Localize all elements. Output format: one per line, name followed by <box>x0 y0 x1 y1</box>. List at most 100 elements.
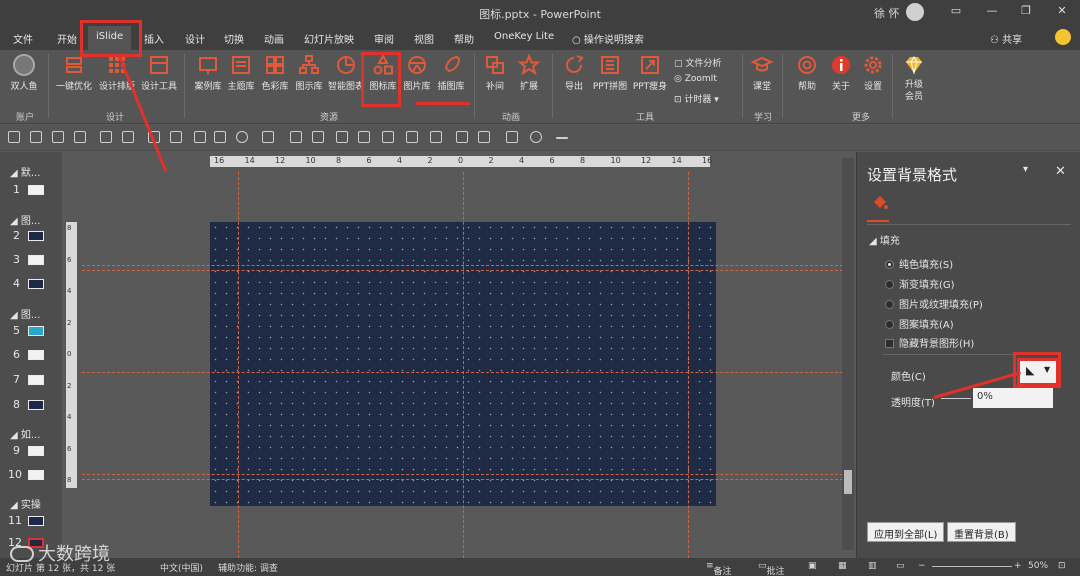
reset-background-button[interactable]: 重置背景(B) <box>947 522 1016 542</box>
slide-thumbnail[interactable] <box>28 231 44 241</box>
tab-transitions[interactable]: 切换 <box>224 31 244 46</box>
fill-icon[interactable] <box>236 131 248 143</box>
transparency-input[interactable]: 0% <box>973 388 1053 408</box>
ungroup-icon[interactable] <box>170 131 182 143</box>
comments-button[interactable]: ▭ 批注 <box>758 561 785 576</box>
select-icon[interactable] <box>194 131 206 143</box>
guide-line[interactable] <box>688 172 689 558</box>
solid-fill-radio[interactable]: 纯色填充(S) <box>885 256 953 271</box>
slide-thumbnail[interactable] <box>28 350 44 360</box>
square-icon[interactable] <box>506 131 518 143</box>
help-button[interactable]: 帮助 <box>792 54 822 92</box>
section-header[interactable]: ◢ 图... <box>10 306 40 321</box>
smiley-icon[interactable] <box>1055 29 1071 45</box>
export-button[interactable]: 导出 <box>558 54 590 92</box>
maximize-icon[interactable]: ❐ <box>1016 4 1036 20</box>
tab-file[interactable]: 文件 <box>13 31 33 46</box>
bring-forward-icon[interactable] <box>358 131 370 143</box>
align-right-icon[interactable] <box>74 131 86 143</box>
notes-button[interactable]: ≡ 备注 <box>706 561 732 576</box>
normal-view-icon[interactable]: ▣ <box>808 561 817 571</box>
share-button[interactable]: ⚇ 共享 <box>990 31 1022 46</box>
tab-onekey[interactable]: OneKey Lite <box>494 31 554 42</box>
zoom-in-icon[interactable]: + <box>1014 561 1022 571</box>
classroom-button[interactable]: 课堂 <box>746 54 778 92</box>
guide-line[interactable] <box>82 372 848 373</box>
picture-fill-radio[interactable]: 图片或纹理填充(P) <box>885 296 983 311</box>
guide-line[interactable] <box>82 265 848 266</box>
diagram-library-button[interactable]: 图示库 <box>292 54 326 92</box>
tab-home[interactable]: 开始 <box>57 31 77 46</box>
zoom-out-icon[interactable]: − <box>918 561 926 571</box>
reading-view-icon[interactable]: ▥ <box>868 561 877 571</box>
align-bottom-icon[interactable] <box>336 131 348 143</box>
section-header[interactable]: ◢ 图... <box>10 212 40 227</box>
close-icon[interactable]: ✕ <box>1055 164 1066 179</box>
image-icon[interactable] <box>290 131 302 143</box>
slide-thumbnail[interactable] <box>28 279 44 289</box>
fill-section-header[interactable]: ◢ 填充 <box>869 232 900 247</box>
fit-to-window-icon[interactable]: ⊡ <box>1058 561 1066 571</box>
slide-thumbnail[interactable] <box>28 516 44 526</box>
slide-thumbnail[interactable] <box>28 185 44 195</box>
slide-thumbnail[interactable] <box>28 255 44 265</box>
settings-button[interactable]: 设置 <box>858 54 888 92</box>
guide-line[interactable] <box>238 172 239 558</box>
extend-button[interactable]: 扩展 <box>514 54 544 92</box>
text-box-icon[interactable] <box>312 131 324 143</box>
transparency-slider[interactable] <box>941 398 971 399</box>
guide-line[interactable] <box>82 479 848 480</box>
gradient-fill-radio[interactable]: 渐变填充(G) <box>885 276 955 291</box>
close-icon[interactable]: ✕ <box>1052 4 1072 20</box>
vertical-scrollbar[interactable] <box>842 158 854 550</box>
tell-me-search[interactable]: ○ 操作说明搜索 <box>572 31 644 46</box>
grid-toggle-icon[interactable] <box>456 131 468 143</box>
zoomit-button[interactable]: ◎ ZoomIt <box>674 74 717 84</box>
tween-button[interactable]: 补间 <box>480 54 510 92</box>
scrollbar-thumb[interactable] <box>844 470 852 494</box>
paint-bucket-icon[interactable] <box>871 194 889 212</box>
account-button[interactable]: 双人鱼 <box>6 54 42 92</box>
ppt-puzzle-button[interactable]: PPT拼图 <box>590 54 630 92</box>
distribute-icon[interactable] <box>100 131 112 143</box>
pattern-fill-radio[interactable]: 图案填充(A) <box>885 316 954 331</box>
illustration-library-button[interactable]: 插图库 <box>434 54 468 92</box>
guide-line[interactable] <box>82 270 848 271</box>
slideshow-icon[interactable]: ▭ <box>896 561 905 571</box>
language-indicator[interactable]: 中文(中国) <box>160 561 203 574</box>
slide-thumbnail[interactable] <box>28 326 44 336</box>
rotate-icon[interactable] <box>214 131 226 143</box>
ppt-slim-button[interactable]: PPT瘦身 <box>630 54 670 92</box>
upgrade-button[interactable]: 升级会员 <box>896 54 932 103</box>
shapes-grid-icon[interactable] <box>478 131 490 143</box>
slide-thumbnail[interactable] <box>28 400 44 410</box>
tab-insert[interactable]: 插入 <box>144 31 164 46</box>
table-icon[interactable] <box>430 131 442 143</box>
slide-sorter-icon[interactable]: ▦ <box>838 561 847 571</box>
section-header[interactable]: ◢ 如... <box>10 426 40 441</box>
section-header[interactable]: ◢ 默... <box>10 164 40 179</box>
section-header[interactable]: ◢ 实操 <box>10 496 41 511</box>
color-library-button[interactable]: 色彩库 <box>258 54 292 92</box>
case-library-button[interactable]: 案例库 <box>190 54 226 92</box>
line-icon[interactable] <box>556 137 568 139</box>
about-button[interactable]: 关于 <box>826 54 856 92</box>
tab-review[interactable]: 审阅 <box>374 31 394 46</box>
save-icon[interactable] <box>8 131 20 143</box>
tab-view[interactable]: 视图 <box>414 31 434 46</box>
crop-icon[interactable] <box>122 131 134 143</box>
zoom-level[interactable]: 50% <box>1028 561 1048 571</box>
circle-icon[interactable] <box>530 131 542 143</box>
apply-to-all-button[interactable]: 应用到全部(L) <box>867 522 945 542</box>
file-analysis-button[interactable]: ▢ 文件分析 <box>674 56 721 69</box>
slide-thumbnail[interactable] <box>28 375 44 385</box>
tab-animations[interactable]: 动画 <box>264 31 284 46</box>
shape-fill-icon[interactable] <box>262 131 274 143</box>
align-left-icon[interactable] <box>30 131 42 143</box>
format-painter-icon[interactable] <box>406 131 418 143</box>
tab-slideshow[interactable]: 幻灯片放映 <box>304 31 354 46</box>
design-tools-button[interactable]: 设计工具 <box>138 54 180 92</box>
tab-design[interactable]: 设计 <box>185 31 205 46</box>
guide-line[interactable] <box>463 172 464 558</box>
accessibility-status[interactable]: 辅助功能: 调查 <box>218 561 278 574</box>
